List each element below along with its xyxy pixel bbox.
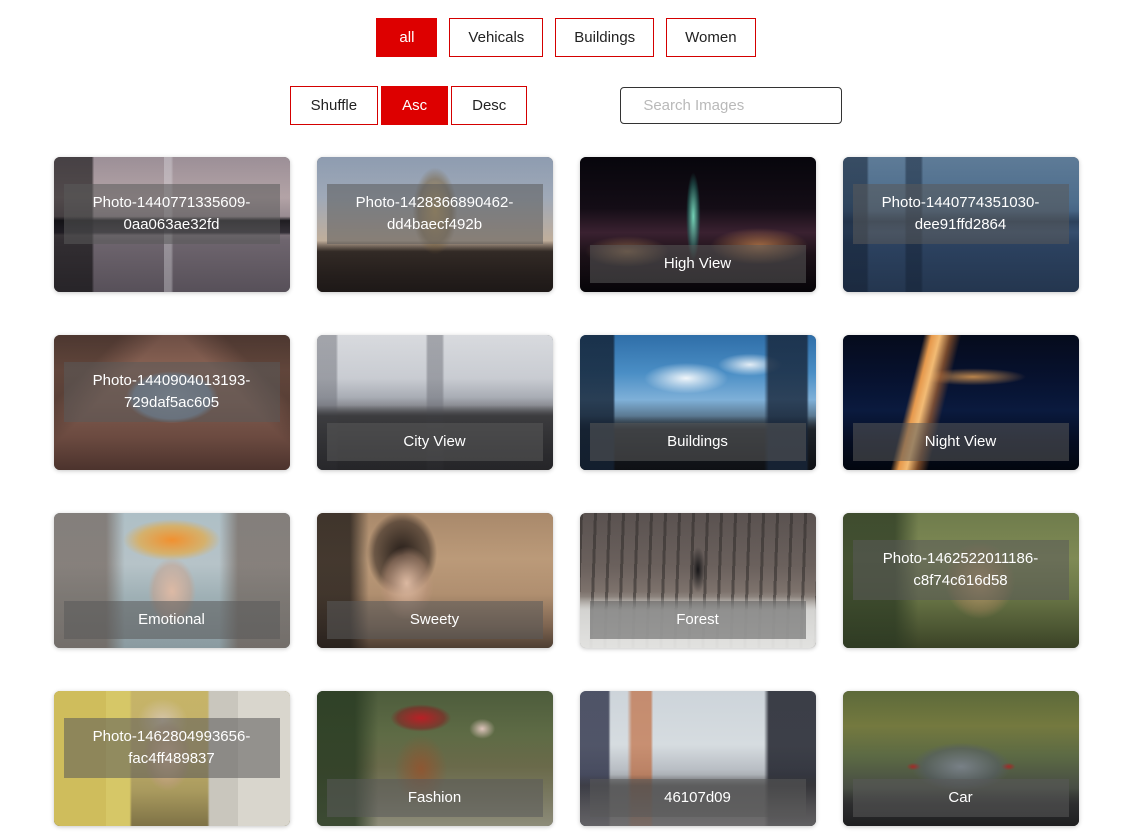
sort-asc-button[interactable]: Asc [381, 86, 449, 125]
gallery-card[interactable]: Photo-1462804993656-fac4ff489837 [53, 691, 290, 826]
gallery-card[interactable]: 46107d09 [579, 691, 816, 826]
card-caption: Photo-1462804993656-fac4ff489837 [63, 718, 280, 778]
card-caption: Forest [589, 601, 806, 639]
card-caption: High View [589, 245, 806, 283]
sort-desc-button[interactable]: Desc [451, 86, 528, 125]
sort-button-group: Shuffle Asc Desc [289, 86, 531, 125]
gallery-card[interactable]: Sweety [316, 513, 553, 648]
card-caption: Night View [852, 423, 1069, 461]
card-caption: Photo-1428366890462-dd4baecf492b [326, 184, 543, 244]
card-caption: City View [326, 423, 543, 461]
gallery-card[interactable]: City View [316, 335, 553, 470]
search-wrapper [620, 87, 843, 124]
card-caption: Buildings [589, 423, 806, 461]
gallery-card[interactable]: Buildings [579, 335, 816, 470]
gallery-card[interactable]: Photo-1428366890462-dd4baecf492b [316, 157, 553, 292]
filter-bar: all Vehicals Buildings Women [0, 0, 1132, 57]
filter-button-vehicals[interactable]: Vehicals [449, 18, 544, 57]
image-gallery-grid: Photo-1440771335609-0aa063ae32fd Photo-1… [0, 157, 1132, 826]
gallery-card[interactable]: Photo-1462522011186-c8f74c616d58 [842, 513, 1079, 648]
card-caption: 46107d09 [589, 779, 806, 817]
card-caption: Emotional [63, 601, 280, 639]
card-caption: Photo-1440904013193-729daf5ac605 [63, 362, 280, 422]
filter-button-buildings[interactable]: Buildings [555, 18, 655, 57]
sort-and-search-bar: Shuffle Asc Desc [0, 57, 1132, 125]
card-caption: Sweety [326, 601, 543, 639]
search-input[interactable] [620, 87, 843, 124]
shuffle-button[interactable]: Shuffle [289, 86, 379, 125]
gallery-card[interactable]: High View [579, 157, 816, 292]
gallery-card[interactable]: Forest [579, 513, 816, 648]
card-caption: Fashion [326, 779, 543, 817]
gallery-card[interactable]: Car [842, 691, 1079, 826]
filter-button-women[interactable]: Women [666, 18, 756, 57]
card-caption: Photo-1440771335609-0aa063ae32fd [63, 184, 280, 244]
gallery-card[interactable]: Night View [842, 335, 1079, 470]
card-caption: Photo-1462522011186-c8f74c616d58 [852, 540, 1069, 600]
card-caption: Car [852, 779, 1069, 817]
gallery-card[interactable]: Photo-1440774351030-dee91ffd2864 [842, 157, 1079, 292]
card-caption: Photo-1440774351030-dee91ffd2864 [852, 184, 1069, 244]
gallery-card[interactable]: Photo-1440904013193-729daf5ac605 [53, 335, 290, 470]
gallery-card[interactable]: Emotional [53, 513, 290, 648]
gallery-card[interactable]: Fashion [316, 691, 553, 826]
filter-button-all[interactable]: all [376, 18, 438, 57]
gallery-card[interactable]: Photo-1440771335609-0aa063ae32fd [53, 157, 290, 292]
